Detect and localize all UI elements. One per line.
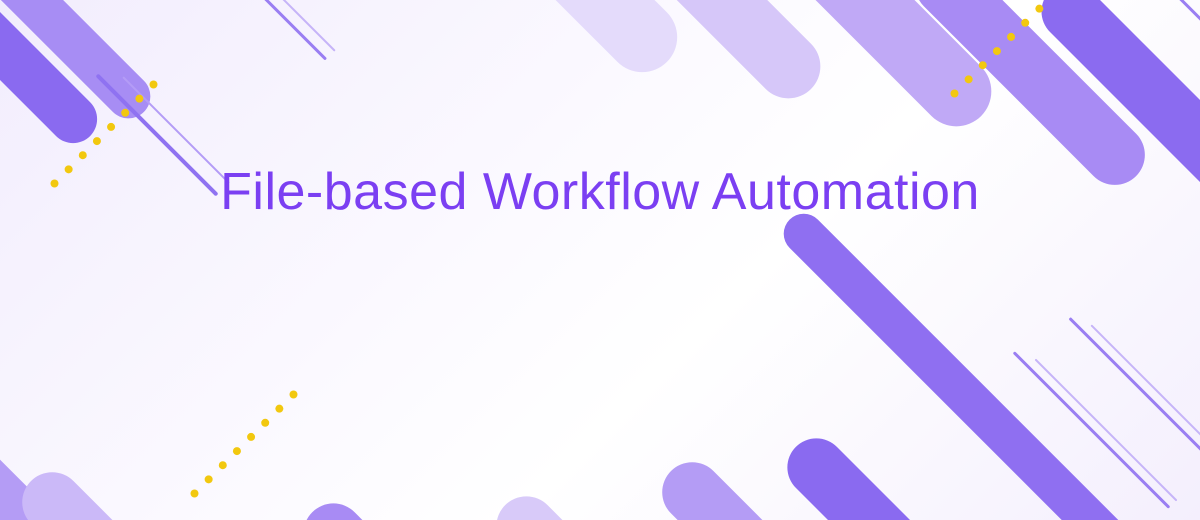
page-title: File-based Workflow Automation [0, 160, 1200, 225]
decorative-line [1139, 0, 1200, 52]
hero-banner: File-based Workflow Automation [0, 0, 1200, 520]
decorative-dots [189, 389, 299, 499]
decorative-pill [458, 0, 691, 87]
decorative-line [242, 0, 335, 52]
decorative-pill [291, 491, 489, 520]
